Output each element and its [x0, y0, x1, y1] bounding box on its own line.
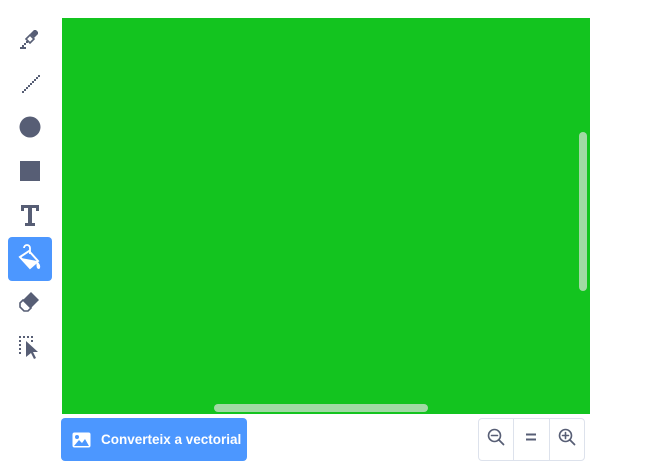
tool-palette	[8, 17, 54, 369]
tool-brush[interactable]	[8, 17, 52, 61]
circle-icon	[16, 113, 44, 141]
convert-to-vector-button[interactable]: Converteix a vectorial	[61, 418, 247, 461]
zoom-reset-button[interactable]	[513, 419, 548, 460]
zoom-out-button[interactable]	[479, 419, 513, 460]
line-icon	[16, 69, 44, 97]
fill-icon	[15, 244, 45, 274]
tool-eraser[interactable]	[8, 281, 52, 325]
tool-circle[interactable]	[8, 105, 52, 149]
zoom-in-button[interactable]	[548, 419, 584, 460]
convert-button-label: Converteix a vectorial	[101, 432, 242, 447]
tool-rectangle[interactable]	[8, 149, 52, 193]
image-icon	[72, 432, 91, 448]
horizontal-scrollbar[interactable]	[214, 404, 428, 412]
eraser-icon	[16, 289, 44, 317]
zoom-reset-icon	[523, 429, 539, 450]
tool-select[interactable]	[8, 325, 52, 369]
drawing-canvas[interactable]	[62, 18, 590, 414]
zoom-in-icon	[558, 428, 576, 451]
tool-text[interactable]	[8, 193, 52, 237]
brush-icon	[16, 25, 44, 53]
tool-fill[interactable]	[8, 237, 52, 281]
text-icon	[16, 201, 44, 229]
tool-line[interactable]	[8, 61, 52, 105]
zoom-controls	[478, 418, 585, 461]
select-icon	[16, 333, 44, 361]
vertical-scrollbar[interactable]	[579, 132, 587, 291]
rectangle-icon	[16, 157, 44, 185]
paint-editor: Converteix a vectorial	[0, 0, 664, 476]
zoom-out-icon	[487, 428, 505, 451]
